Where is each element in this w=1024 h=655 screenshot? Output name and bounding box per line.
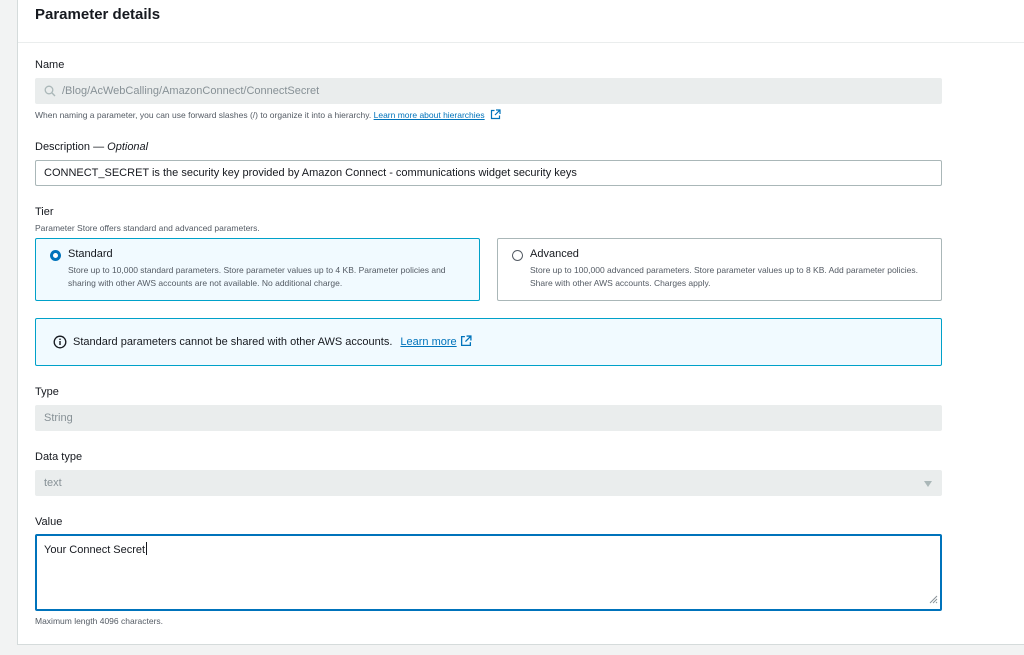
info-learn-more-link[interactable]: Learn more xyxy=(400,336,456,348)
name-value: /Blog/AcWebCalling/AmazonConnect/Connect… xyxy=(62,85,320,97)
external-link-icon[interactable] xyxy=(460,334,472,350)
caret-down-icon xyxy=(924,481,932,487)
type-label: Type xyxy=(35,386,59,398)
standard-title: Standard xyxy=(68,248,113,260)
name-hint-text: When naming a parameter, you can use for… xyxy=(35,110,372,120)
data-type-select: text xyxy=(35,470,942,496)
advanced-description: Store up to 100,000 advanced parameters.… xyxy=(530,265,918,288)
description-input[interactable]: CONNECT_SECRET is the security key provi… xyxy=(35,160,942,186)
value-text: Your Connect Secret xyxy=(44,544,146,556)
data-type-value: text xyxy=(44,477,62,489)
description-label: Description — Optional xyxy=(35,141,148,153)
tier-option-standard[interactable]: Standard Store up to 10,000 standard par… xyxy=(35,238,480,301)
name-hint: When naming a parameter, you can use for… xyxy=(35,109,501,122)
standard-radio[interactable] xyxy=(50,250,61,261)
value-textarea[interactable]: Your Connect Secret xyxy=(35,534,942,611)
description-optional-label: Optional xyxy=(107,141,149,153)
data-type-label: Data type xyxy=(35,451,83,463)
text-cursor xyxy=(146,542,148,555)
info-alert: Standard parameters cannot be shared wit… xyxy=(35,318,942,366)
value-label: Value xyxy=(35,516,63,528)
type-field: String xyxy=(35,405,942,431)
info-icon xyxy=(53,335,67,349)
tier-hint: Parameter Store offers standard and adva… xyxy=(35,223,260,233)
panel-title: Parameter details xyxy=(35,6,161,23)
standard-description: Store up to 10,000 standard parameters. … xyxy=(68,265,446,288)
description-value: CONNECT_SECRET is the security key provi… xyxy=(44,167,577,179)
panel-header: Parameter details xyxy=(18,0,1024,43)
advanced-title: Advanced xyxy=(530,248,579,260)
name-field: /Blog/AcWebCalling/AmazonConnect/Connect… xyxy=(35,78,942,104)
tier-option-advanced[interactable]: Advanced Store up to 100,000 advanced pa… xyxy=(497,238,942,301)
name-label: Name xyxy=(35,59,65,71)
description-label-text: Description — xyxy=(35,141,108,153)
search-icon xyxy=(44,85,56,97)
tier-label: Tier xyxy=(35,206,54,218)
parameter-details-panel: Parameter details Name /Blog/AcWebCallin… xyxy=(17,0,1024,645)
resize-handle-icon[interactable] xyxy=(929,595,938,607)
learn-more-hierarchies-link[interactable]: Learn more about hierarchies xyxy=(374,110,485,120)
type-value: String xyxy=(44,412,73,424)
value-hint: Maximum length 4096 characters. xyxy=(35,616,164,626)
advanced-radio[interactable] xyxy=(512,250,523,261)
info-text: Standard parameters cannot be shared wit… xyxy=(73,336,393,348)
external-link-icon[interactable] xyxy=(490,109,501,122)
